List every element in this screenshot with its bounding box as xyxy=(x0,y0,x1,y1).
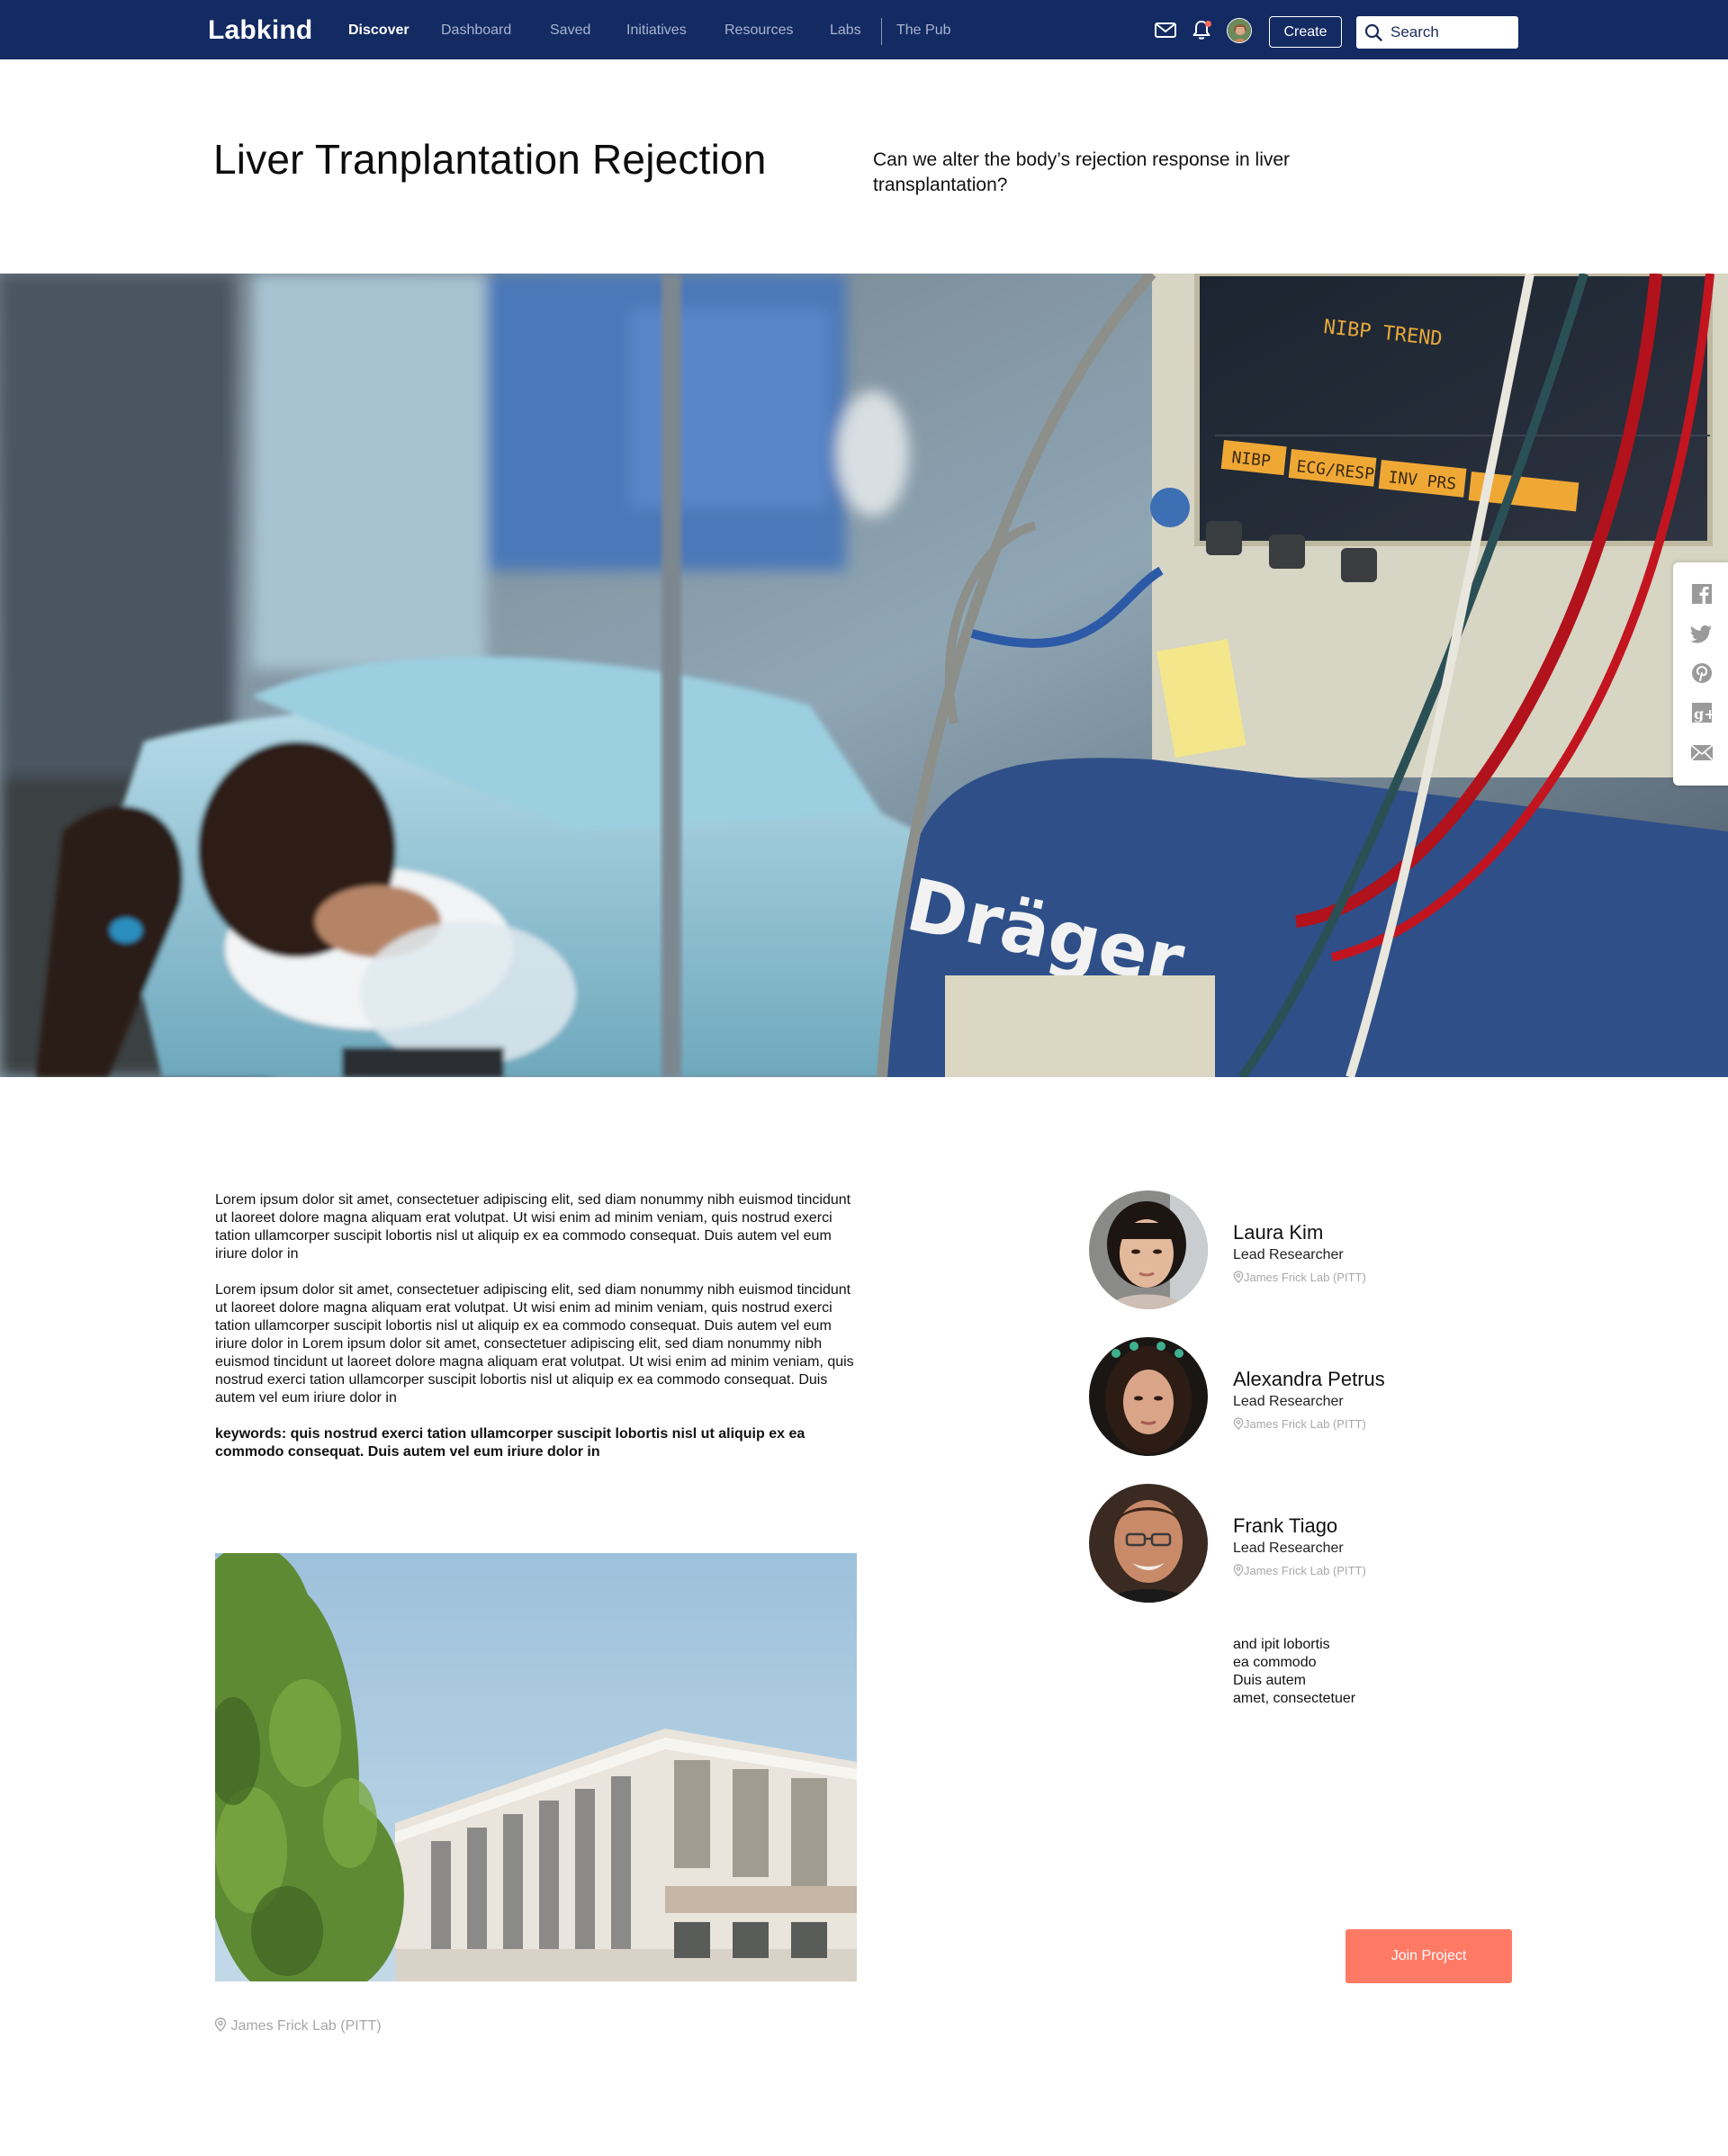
page-title: Liver Tranplantation Rejection xyxy=(213,136,767,183)
pinterest-icon[interactable] xyxy=(1690,661,1714,685)
description-paragraph-2: Lorem ipsum dolor sit amet, consectetuer… xyxy=(215,1282,854,1406)
researcher-role: Lead Researcher xyxy=(1233,1541,1344,1556)
notification-dot xyxy=(1205,21,1211,27)
keywords-text: keywords: quis nostrud exerci tation ull… xyxy=(215,1426,806,1460)
mail-icon[interactable] xyxy=(1154,18,1177,41)
search-input[interactable] xyxy=(1390,16,1513,49)
nav-resources[interactable]: Resources xyxy=(724,22,793,39)
researcher-lab-text: James Frick Lab (PITT) xyxy=(1244,1417,1366,1431)
nav-discover[interactable]: Discover xyxy=(348,22,410,39)
nav-dashboard[interactable]: Dashboard xyxy=(441,22,511,39)
avatar xyxy=(1089,1190,1208,1309)
researcher-card-alexandra-petrus[interactable]: Alexandra Petrus Lead Researcher James F… xyxy=(1089,1337,1539,1456)
nav-labs[interactable]: Labs xyxy=(830,22,861,39)
researcher-role: Lead Researcher xyxy=(1233,1394,1344,1409)
researcher-card-frank-tiago[interactable]: Frank Tiago Lead Researcher James Frick … xyxy=(1089,1484,1539,1603)
researcher-lab-text: James Frick Lab (PITT) xyxy=(1244,1271,1366,1284)
nav-the-pub[interactable]: The Pub xyxy=(896,22,950,39)
description-paragraph-1: Lorem ipsum dolor sit amet, consectetuer… xyxy=(215,1192,851,1262)
researcher-role: Lead Researcher xyxy=(1233,1247,1344,1262)
hero-image: NIBP TREND NIBP ECG/RESP INV PRS Dräger xyxy=(0,274,1728,1077)
researcher-name: Alexandra Petrus xyxy=(1233,1368,1385,1390)
facebook-icon[interactable] xyxy=(1690,582,1714,606)
researcher-name: Frank Tiago xyxy=(1233,1514,1338,1537)
researcher-lab-text: James Frick Lab (PITT) xyxy=(1244,1564,1366,1577)
location-pin-icon xyxy=(1233,1564,1244,1577)
nav-initiatives[interactable]: Initiatives xyxy=(626,22,687,39)
twitter-icon[interactable] xyxy=(1690,622,1714,645)
researcher-card-laura-kim[interactable]: Laura Kim Lead Researcher James Frick La… xyxy=(1089,1190,1539,1309)
search-box[interactable] xyxy=(1356,16,1518,49)
create-button[interactable]: Create xyxy=(1269,16,1342,48)
avatar xyxy=(1089,1337,1208,1456)
nav-divider xyxy=(881,18,882,45)
search-icon xyxy=(1364,23,1382,41)
lab-building-photo xyxy=(215,1553,857,1981)
google-plus-icon[interactable]: g+ xyxy=(1690,701,1714,724)
avatar xyxy=(1089,1484,1208,1603)
researcher-lab: James Frick Lab (PITT) xyxy=(1233,1417,1366,1431)
email-share-icon[interactable] xyxy=(1690,741,1714,764)
side-note: and ipit lobortis ea commodo Duis autem … xyxy=(1233,1636,1413,1708)
side-note-line: Duis autem xyxy=(1233,1673,1306,1688)
nav-saved[interactable]: Saved xyxy=(550,22,590,39)
brand-logo[interactable]: Labkind xyxy=(208,15,312,46)
svg-text:g+: g+ xyxy=(1694,705,1714,723)
location-pin-icon xyxy=(1233,1271,1244,1283)
side-note-line: ea commodo xyxy=(1233,1655,1317,1670)
building-location: James Frick Lab (PITT) xyxy=(214,2017,382,2035)
location-pin-icon xyxy=(1233,1417,1244,1430)
join-project-button[interactable]: Join Project xyxy=(1346,1929,1512,1983)
researcher-lab: James Frick Lab (PITT) xyxy=(1233,1271,1366,1284)
social-share-bar: g+ xyxy=(1673,562,1728,786)
building-location-text: James Frick Lab (PITT) xyxy=(230,2018,382,2034)
operating-room-photo: NIBP TREND NIBP ECG/RESP INV PRS Dräger xyxy=(0,274,1728,1077)
researcher-lab: James Frick Lab (PITT) xyxy=(1233,1564,1366,1577)
side-note-line: and ipit lobortis xyxy=(1233,1637,1330,1652)
project-question: Can we alter the body’s rejection respon… xyxy=(873,149,1291,195)
location-pin-icon xyxy=(214,2017,227,2032)
top-nav: Labkind Discover Dashboard Saved Initiat… xyxy=(0,0,1728,59)
side-note-line: amet, consectetuer xyxy=(1233,1691,1356,1706)
researcher-name: Laura Kim xyxy=(1233,1221,1324,1244)
user-avatar[interactable] xyxy=(1227,18,1252,43)
